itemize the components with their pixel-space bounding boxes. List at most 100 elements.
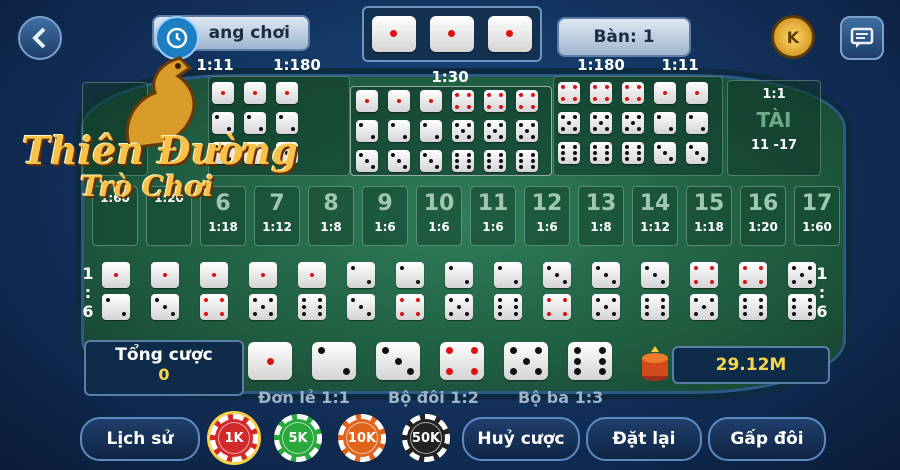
chip-50k[interactable]: 50K [402,414,450,462]
sum-number: 15 [693,191,725,216]
combo-bet-cell[interactable] [641,262,669,320]
triple-die [622,82,644,104]
history-button[interactable]: Lịch sử [80,417,200,461]
sum-bet-cell[interactable]: 11 1:6 [470,186,516,246]
result-die-1 [372,16,416,52]
combo-die [102,262,130,288]
combo-bet-cell[interactable] [396,262,424,320]
combo-die [592,294,620,320]
tai-label: TÀI [756,108,792,132]
combo-die [396,294,424,320]
single-die-bet[interactable] [440,342,484,380]
sum-number: 14 [639,191,671,216]
combo-die [298,262,326,288]
triple-die [420,120,442,142]
combo-bet-cell[interactable] [200,262,228,320]
triple-die [484,120,506,142]
total-bet-label: Tổng cược [115,345,213,365]
combo-bets-row [102,262,816,320]
combo-bet-cell[interactable] [445,262,473,320]
combo-die [249,262,277,288]
sum-bet-cell[interactable]: 9 1:6 [362,186,408,246]
triple-die [686,142,708,164]
sum-bet-cell[interactable]: 16 1:20 [740,186,786,246]
single-die-bet[interactable] [568,342,612,380]
sum-payout: 1:20 [748,220,778,234]
chip-label: 5K [282,422,314,454]
combo-bet-cell[interactable] [151,262,179,320]
combo-bet-cell[interactable] [298,262,326,320]
triple-die [356,120,378,142]
triple-die [388,150,410,172]
combo-bet-cell[interactable] [347,262,375,320]
combo-bet-cell[interactable] [543,262,571,320]
combo-bet-cell[interactable] [592,262,620,320]
triple-die [484,150,506,172]
triple-die [516,150,538,172]
sum-bet-cell[interactable]: 15 1:18 [686,186,732,246]
right-triple-dice [558,82,708,164]
any-triple-dice [356,90,538,172]
sum-payout: 1:18 [208,220,238,234]
chip-label: 50K [410,422,442,454]
chip-1k[interactable]: 1K [210,414,258,462]
triple-die [420,150,442,172]
triple-die [590,142,612,164]
single-die-bet[interactable] [312,342,356,380]
cancel-bet-button[interactable]: Huỷ cược [462,417,580,461]
combo-bet-cell[interactable] [249,262,277,320]
sum-bet-cell[interactable]: 17 1:60 [794,186,840,246]
triple-die [558,82,580,104]
chip-5k[interactable]: 5K [274,414,322,462]
sum-payout: 1:8 [590,220,612,234]
tai-ratio: 1:1 [762,87,786,102]
sum-payout: 1:8 [320,220,342,234]
triple-die [244,82,266,104]
combo-die [445,294,473,320]
single-die-bet[interactable] [248,342,292,380]
chat-button[interactable] [840,16,884,60]
combo-die [249,294,277,320]
k-coin-icon[interactable]: K [771,15,815,59]
single-bet-ratio: Đơn lẻ 1:1 [258,388,350,407]
combo-bet-cell[interactable] [494,262,522,320]
combo-bet-cell[interactable] [690,262,718,320]
sum-number: 17 [801,191,833,216]
sum-number: 16 [747,191,779,216]
sum-bet-cell[interactable]: 10 1:6 [416,186,462,246]
single-die-bet[interactable] [504,342,548,380]
balance-display: 29.12M [672,346,830,384]
result-die-2 [430,16,474,52]
combo-die [641,262,669,288]
sum-payout: 1:12 [262,220,292,234]
result-die-3 [488,16,532,52]
triple-bet-ratio: Bộ ba 1:3 [518,388,604,407]
single-die-bet[interactable] [376,342,420,380]
combo-die [347,294,375,320]
double-bet-button[interactable]: Gấp đôi [708,417,826,461]
back-button[interactable] [18,16,62,60]
combo-die [739,294,767,320]
combo-bet-cell[interactable] [102,262,130,320]
sum-number: 12 [531,191,563,216]
sum-payout: 1:6 [482,220,504,234]
sum-bet-cell[interactable]: 8 1:8 [308,186,354,246]
tai-bet-area[interactable]: 1:1 TÀI 11 -17 [727,80,821,176]
triple-die [516,90,538,112]
sum-bet-cell[interactable]: 12 1:6 [524,186,570,246]
reset-button[interactable]: Đặt lại [586,417,702,461]
combo-bet-cell[interactable] [739,262,767,320]
chip-label: 1K [218,422,250,454]
sum-payout: 1:6 [536,220,558,234]
chip-10k[interactable]: 10K [338,414,386,462]
triple-die [686,112,708,134]
combo-die [200,294,228,320]
combo-die [494,262,522,288]
table-number-label: Bàn: 1 [593,27,655,47]
triple-die [558,142,580,164]
sum-bet-cell[interactable]: 13 1:8 [578,186,624,246]
sum-payout: 1:6 [428,220,450,234]
combo-bet-cell[interactable] [788,262,816,320]
sum-bet-cell[interactable]: 7 1:12 [254,186,300,246]
sum-bet-cell[interactable]: 14 1:12 [632,186,678,246]
